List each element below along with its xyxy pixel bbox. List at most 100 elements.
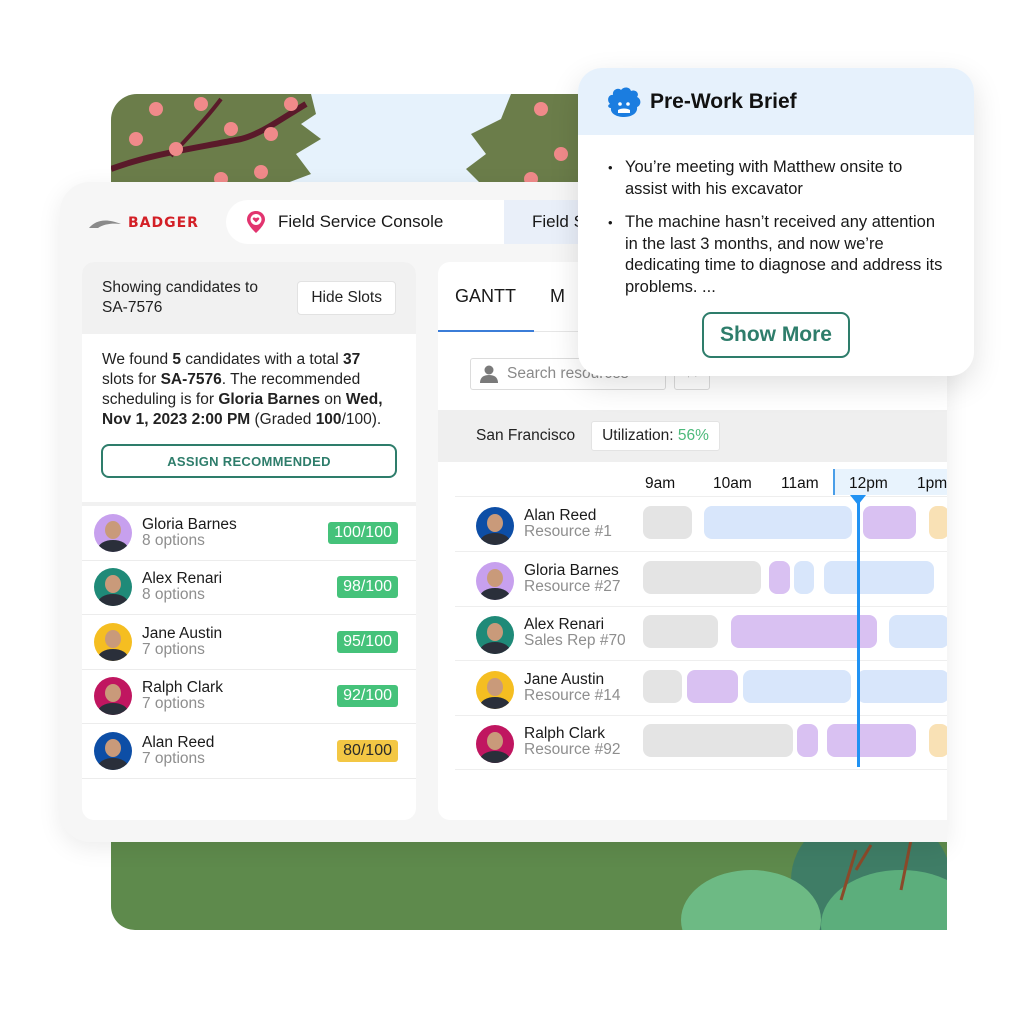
- avatar: [476, 725, 514, 763]
- summary-text: (Graded: [250, 411, 316, 428]
- resource-id: Resource #1: [524, 523, 612, 540]
- candidate-options: 8 options: [142, 586, 205, 604]
- schedule-block-work[interactable]: [769, 560, 790, 594]
- candidates-panel: Showing candidates to SA-7576 Hide Slots…: [82, 262, 416, 820]
- schedule-block-idle[interactable]: [643, 615, 718, 648]
- resource-id: Resource #14: [524, 686, 621, 704]
- schedule-block-travel[interactable]: [704, 506, 853, 539]
- schedule-block-idle[interactable]: [643, 724, 793, 757]
- candidate-list: Gloria Barnes 8 options 100/100 Alex Rena…: [82, 502, 416, 779]
- active-tab-indicator: [438, 330, 534, 332]
- recommended-grade: 100: [315, 411, 342, 428]
- resource-name: Gloria Barnes: [524, 561, 619, 579]
- resource-name: Ralph Clark: [524, 725, 605, 742]
- hour-label: 10am: [713, 475, 752, 492]
- hide-slots-button[interactable]: Hide Slots: [297, 281, 396, 315]
- schedule-block-idle[interactable]: [643, 560, 761, 594]
- region-name: San Francisco: [476, 427, 576, 444]
- resource-row[interactable]: Jane Austin Resource #14: [455, 662, 947, 716]
- show-more-button[interactable]: Show More: [702, 312, 850, 358]
- brief-bullet: You’re meeting with Matthew onsite to as…: [608, 157, 946, 200]
- schedule-block-break[interactable]: [928, 506, 947, 539]
- schedule-block-idle[interactable]: [643, 669, 683, 703]
- resource-row[interactable]: Gloria Barnes Resource #27: [455, 553, 947, 607]
- hour-label: 11am: [781, 475, 819, 492]
- map-pin-heart-icon: [247, 211, 265, 233]
- brief-bullets: You’re meeting with Matthew onsite to as…: [578, 135, 974, 298]
- schedule-block-work[interactable]: [826, 724, 917, 757]
- avatar: [94, 513, 132, 552]
- resource-id: Sales Rep #70: [524, 632, 626, 649]
- schedule-block-work[interactable]: [686, 669, 739, 703]
- candidate-item[interactable]: Alan Reed 7 options 80/100: [82, 724, 416, 779]
- utilization-value: 56%: [677, 427, 709, 444]
- app-tab-field-service-console[interactable]: Field Service Console: [226, 200, 504, 244]
- score-badge: 95/100: [337, 630, 398, 653]
- avatar: [476, 507, 514, 545]
- candidate-item[interactable]: Alex Renari 8 options 98/100: [82, 561, 416, 615]
- score-badge: 80/100: [337, 739, 398, 762]
- appointment-id: SA-7576: [160, 371, 222, 388]
- schedule-block-travel[interactable]: [889, 615, 947, 648]
- schedule-block-work[interactable]: [731, 615, 877, 648]
- candidates-header: Showing candidates to SA-7576 Hide Slots: [82, 262, 416, 334]
- score-badge: 100/100: [328, 521, 398, 544]
- summary-text: slots for: [102, 371, 161, 388]
- candidate-name: Alan Reed: [142, 733, 215, 751]
- avatar: [476, 616, 514, 654]
- summary-text: /100).: [341, 411, 382, 428]
- pre-work-brief-card: Pre-Work Brief You’re meeting with Matth…: [578, 68, 974, 376]
- brief-title: Pre-Work Brief: [650, 89, 797, 113]
- candidate-count: 5: [172, 351, 181, 368]
- candidate-options: 7 options: [142, 749, 205, 767]
- tab-gantt[interactable]: GANTT: [438, 286, 533, 307]
- app-tab-field-s[interactable]: Field S: [504, 200, 584, 244]
- einstein-icon: [608, 86, 641, 117]
- resource-row[interactable]: Alan Reed Resource #1: [455, 498, 947, 552]
- resource-id: Resource #92: [524, 741, 621, 758]
- current-time-line[interactable]: [857, 497, 860, 767]
- tab-m[interactable]: M: [533, 286, 582, 307]
- hour-label: 1pm: [917, 475, 947, 492]
- brief-header: Pre-Work Brief: [578, 68, 974, 135]
- summary-text: We found: [102, 351, 173, 368]
- candidate-name: Jane Austin: [142, 624, 223, 642]
- avatar: [94, 731, 132, 770]
- bushes-illustration: [681, 840, 947, 930]
- current-time-marker[interactable]: [850, 495, 866, 505]
- slot-count: 37: [343, 351, 361, 368]
- candidates-header-text: Showing candidates to SA-7576: [102, 279, 258, 316]
- schedule-block-travel[interactable]: [856, 669, 947, 703]
- schedule-block-travel[interactable]: [742, 669, 852, 703]
- candidate-options: 7 options: [142, 640, 205, 658]
- candidate-name: Alex Renari: [142, 570, 223, 588]
- avatar: [94, 677, 132, 716]
- schedule-block-break[interactable]: [928, 724, 947, 757]
- gantt-chart: 9am 10am 11am 12pm 1pm Alan Reed Resourc…: [455, 467, 947, 770]
- resource-id: Resource #27: [524, 577, 621, 595]
- candidate-item[interactable]: Jane Austin 7 options 95/100: [82, 615, 416, 670]
- schedule-block-work[interactable]: [863, 506, 917, 539]
- candidate-item[interactable]: Gloria Barnes 8 options 100/100: [82, 506, 416, 561]
- person-icon: [480, 365, 498, 383]
- score-badge: 92/100: [337, 685, 398, 708]
- resource-row[interactable]: Alex Renari Sales Rep #70: [455, 607, 947, 661]
- avatar: [476, 561, 514, 600]
- candidate-item[interactable]: Ralph Clark 7 options 92/100: [82, 670, 416, 724]
- candidate-options: 8 options: [142, 531, 205, 549]
- timeline-header: 9am 10am 11am 12pm 1pm: [455, 467, 947, 497]
- resource-name: Jane Austin: [524, 670, 605, 688]
- schedule-block-work[interactable]: [797, 724, 819, 757]
- app-tab-label: Field Service Console: [278, 212, 444, 231]
- schedule-block-idle[interactable]: [643, 506, 692, 539]
- schedule-block-travel[interactable]: [823, 560, 935, 594]
- utilization-label: Utilization:: [602, 427, 678, 444]
- resource-row[interactable]: Ralph Clark Resource #92: [455, 716, 947, 770]
- schedule-block-travel[interactable]: [793, 560, 815, 594]
- assign-recommended-button[interactable]: ASSIGN RECOMMENDED: [101, 444, 397, 478]
- hour-label: 9am: [645, 475, 676, 492]
- summary-text: on: [319, 391, 346, 408]
- hour-label: 12pm: [849, 475, 888, 492]
- brief-bullet: The machine hasn’t received any attentio…: [608, 212, 946, 298]
- decorative-grass-banner: [111, 840, 947, 930]
